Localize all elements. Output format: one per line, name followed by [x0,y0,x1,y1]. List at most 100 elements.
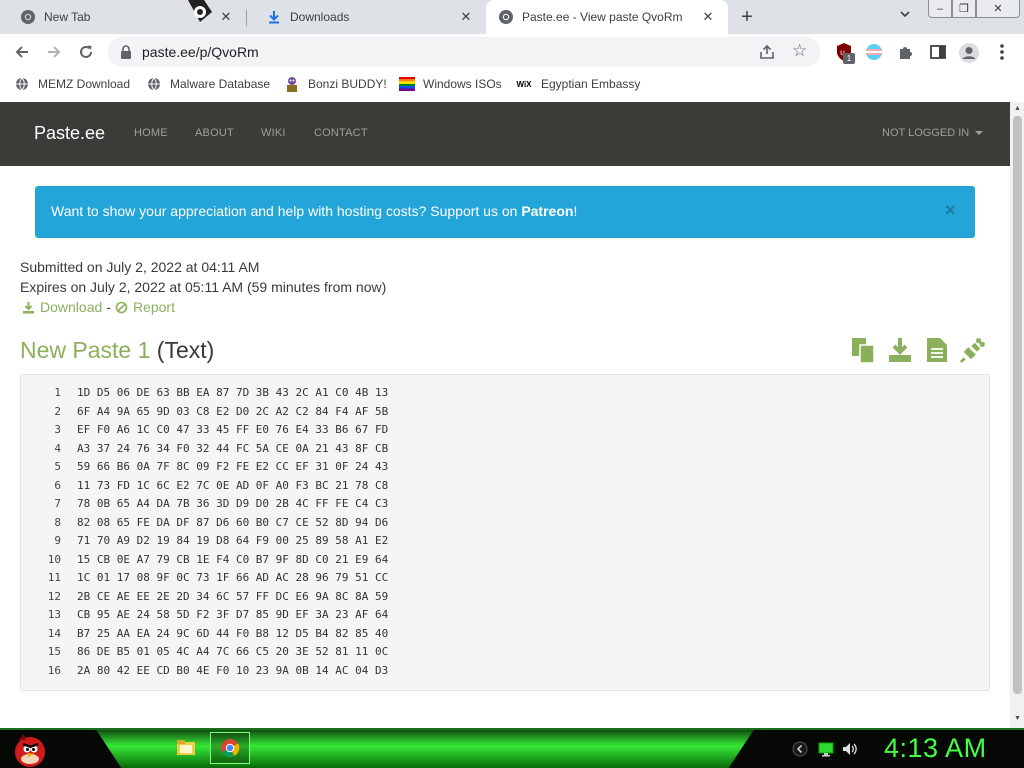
download-icon [23,301,34,313]
bookmark-label: Egyptian Embassy [541,77,641,91]
login-label: NOT LOGGED IN [882,127,970,139]
network-monitor-icon[interactable] [818,741,834,757]
rainbow-flag-icon [399,76,415,92]
side-panel-icon[interactable] [928,42,948,62]
alert-close-button[interactable]: × [945,200,956,221]
line-text: 15 CB 0E A7 79 CB 1E F4 C0 B7 9F 8D C0 2… [77,552,389,566]
tab-search-button[interactable] [896,8,914,26]
site-brand[interactable]: Paste.ee [34,123,105,144]
tab-downloads[interactable]: Downloads ✕ [246,0,486,34]
line-number: 11 [47,571,61,584]
chrome-logo-icon [20,9,36,25]
code-line: 15 86 DE B5 01 05 4C A4 7C 66 C5 20 3E 52… [21,645,989,663]
nav-wiki[interactable]: WIKI [261,127,286,139]
bookmark-star-icon[interactable]: ☆ [792,41,807,61]
line-text: 2A 80 42 EE CD B0 4E F0 10 23 9A 0B 14 A… [77,663,389,677]
line-text: 86 DE B5 01 05 4C A4 7C 66 C5 20 3E 52 8… [77,645,389,658]
line-text: 6F A4 9A 65 9D 03 C8 E2 D0 2C A2 C2 84 F… [77,404,389,418]
volume-icon[interactable] [842,741,858,757]
trans-flag-extension-icon[interactable] [864,42,884,62]
tab-strip: New Tab ✕ Downloads ✕ Paste.ee - View pa… [0,0,1024,34]
ublock-extension-icon[interactable]: u 1 [834,42,855,64]
paste-action-links: Download - Report [22,299,175,315]
report-label: Report [132,299,175,315]
download-link[interactable]: Download [22,299,102,315]
report-link[interactable]: Report [115,299,175,315]
bookmark-label: Malware Database [170,77,271,91]
support-alert: Want to show your appreciation and help … [35,186,975,238]
file-explorer-icon[interactable] [176,737,196,757]
chrome-logo-icon [498,9,514,25]
line-text: 71 70 A9 D2 19 84 19 D8 64 F9 00 25 89 5… [77,534,389,547]
line-number: 4 [54,441,61,455]
cursor-icon [188,0,212,22]
maximize-button[interactable]: ❐ [952,0,976,18]
page-viewport: Paste.ee HOME ABOUT WIKI CONTACT NOT LOG… [0,102,1010,728]
code-line: 10 15 CB 0E A7 79 CB 1E F4 C0 B7 9F 8D C0… [21,553,989,571]
nav-contact[interactable]: CONTACT [314,127,368,139]
kebab-menu-icon[interactable] [992,42,1012,62]
bookmark-memz-download[interactable]: MEMZ Download [14,75,130,93]
line-text: 1D D5 06 DE 63 BB EA 87 7D 3B 43 2C A1 C… [77,386,389,399]
line-number: 6 [54,478,61,492]
line-number: 12 [47,589,61,603]
share-icon[interactable] [758,43,776,61]
line-number: 9 [54,534,61,547]
alert-suffix: ! [573,203,578,219]
line-text: B7 25 AA EA 24 9C 6D 44 F0 B8 12 D5 B4 8… [77,626,389,640]
bookmark-bonzi-buddy[interactable]: Bonzi BUDDY! [284,75,387,93]
chrome-taskbar-button[interactable] [210,732,250,764]
close-icon[interactable]: ✕ [218,9,234,25]
url-text[interactable]: paste.ee/p/QvoRm [142,44,259,60]
window-close-button[interactable]: ✕ [976,0,1020,18]
nav-home[interactable]: HOME [134,127,168,139]
nav-about[interactable]: ABOUT [195,127,234,139]
line-number: 13 [47,608,61,621]
page-scrollbar[interactable]: ▲ ▼ [1010,102,1024,728]
download-paste-icon[interactable] [887,336,913,364]
tab-title: Paste.ee - View paste QvoRm [522,10,683,24]
puzzle-extensions-icon[interactable] [896,42,916,62]
bookmark-malware-database[interactable]: Malware Database [146,75,270,93]
bookmark-windows-isos[interactable]: Windows ISOs [399,75,502,93]
line-number: 5 [54,460,61,473]
bookmark-label: Bonzi BUDDY! [308,77,387,91]
line-text: 11 73 FD 1C 6C E2 7C 0E AD 0F A0 F3 BC 2… [77,478,389,492]
line-text: EF F0 A6 1C C0 47 33 45 FF E0 76 E4 33 B… [77,423,389,436]
scroll-down-icon[interactable]: ▼ [1013,714,1022,724]
minimize-button[interactable]: – [928,0,952,18]
line-text: 2B CE AE EE 2E 2D 34 6C 57 FF DC E6 9A 8… [77,589,389,603]
angry-bird-start-icon[interactable] [8,728,50,768]
ban-icon [115,301,128,313]
paste-code-block[interactable]: 1 1D D5 06 DE 63 BB EA 87 7D 3B 43 2C A1 … [20,374,990,691]
forward-button[interactable] [43,41,65,63]
address-bar[interactable]: paste.ee/p/QvoRm ☆ [108,37,820,67]
scrollbar-thumb[interactable] [1013,116,1022,694]
profile-avatar-icon[interactable] [958,42,979,63]
paste-heading: New Paste 1 (Text) [20,337,214,364]
tab-paste-view[interactable]: Paste.ee - View paste QvoRm ✕ [486,0,728,34]
bookmark-egyptian-embassy[interactable]: WiX Egyptian Embassy [515,75,640,93]
arrow-right-icon [48,46,61,58]
os-taskbar: 4:13 AM [0,728,1024,768]
globe-icon [146,76,162,92]
plug-embed-icon[interactable] [960,336,986,364]
patreon-link[interactable]: Patreon [521,203,573,219]
new-tab-button[interactable]: + [736,7,758,29]
taskbar-clock[interactable]: 4:13 AM [884,733,987,764]
scroll-up-icon[interactable]: ▲ [1013,104,1022,114]
raw-file-icon[interactable] [924,336,950,364]
paste-type: (Text) [156,337,215,363]
line-number: 1 [54,386,61,399]
taskbar-border [0,728,1024,730]
code-line: 11 1C 01 17 08 9F 0C 73 1F 66 AD AC 28 96… [21,571,989,589]
site-navbar: Paste.ee HOME ABOUT WIKI CONTACT NOT LOG… [0,102,1010,166]
close-icon[interactable]: ✕ [700,9,716,25]
copy-paste-icon[interactable] [850,336,876,364]
tray-chevron-icon[interactable] [792,741,808,757]
reload-button[interactable] [75,41,97,63]
lock-icon[interactable] [120,45,132,59]
close-icon[interactable]: ✕ [458,9,474,25]
back-button[interactable] [11,41,33,63]
login-dropdown[interactable]: NOT LOGGED IN [882,127,984,139]
